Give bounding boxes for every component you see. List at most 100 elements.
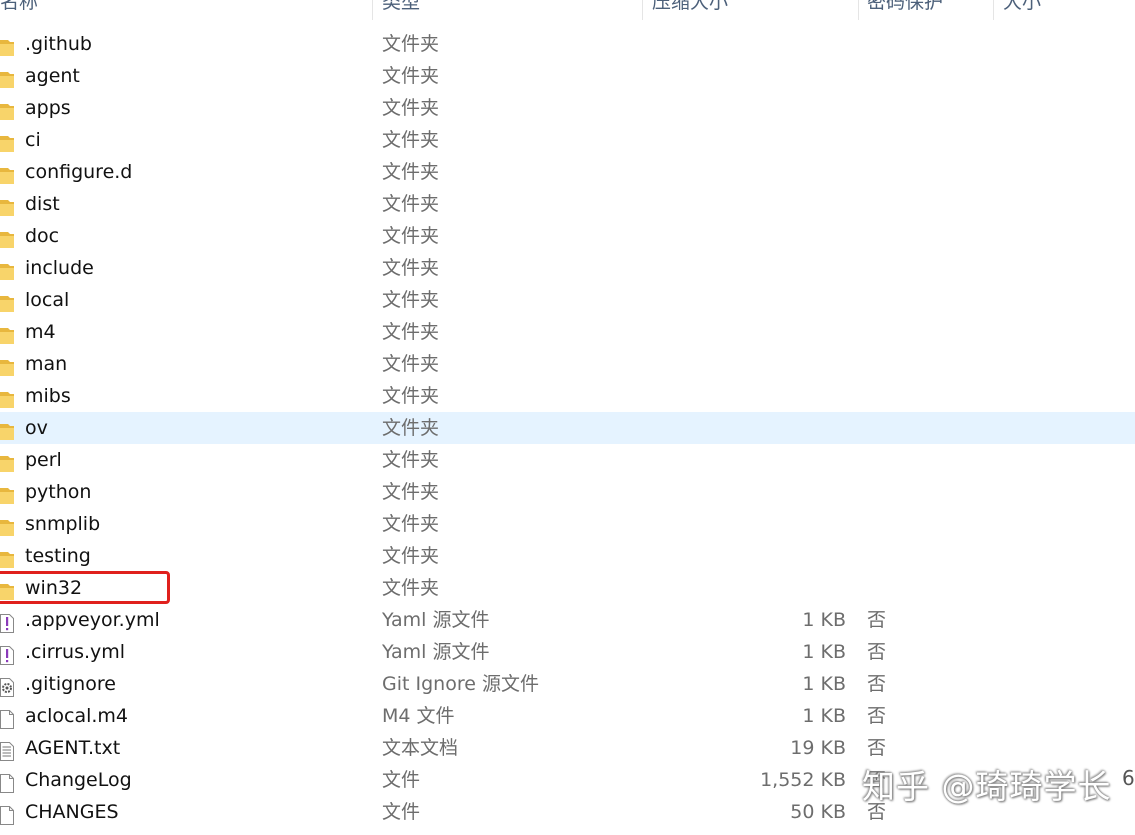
file-size: 1 KB xyxy=(802,609,846,631)
file-type: Yaml 源文件 xyxy=(382,609,490,631)
file-type: 文件 xyxy=(382,801,421,823)
file-name: testing xyxy=(25,545,91,567)
file-row[interactable]: ci 文件夹 xyxy=(0,124,1135,156)
file-row[interactable]: win32 文件夹 xyxy=(0,572,1135,604)
folder-icon xyxy=(0,99,14,120)
folder-icon xyxy=(0,419,14,440)
file-row[interactable]: testing 文件夹 xyxy=(0,540,1135,572)
folder-icon xyxy=(0,259,14,280)
file-row[interactable]: man 文件夹 xyxy=(0,348,1135,380)
file-row[interactable]: .github 文件夹 xyxy=(0,28,1135,60)
folder-icon xyxy=(0,291,14,312)
file-row[interactable]: agent 文件夹 xyxy=(0,60,1135,92)
folder-icon xyxy=(0,547,14,568)
file-name: dist xyxy=(25,193,60,215)
column-password-header[interactable]: 密码保护 xyxy=(867,0,977,17)
file-type: 文件夹 xyxy=(382,417,440,439)
folder-icon xyxy=(0,67,14,88)
file-type: 文件夹 xyxy=(382,449,440,471)
file-type: 文件夹 xyxy=(382,289,440,311)
file-row[interactable]: .appveyor.yml Yaml 源文件 1 KB 否 xyxy=(0,604,1135,636)
folder-icon xyxy=(0,515,14,536)
file-type: 文件夹 xyxy=(382,321,440,343)
file-type: 文件 xyxy=(382,769,421,791)
column-divider[interactable] xyxy=(993,0,994,20)
file-name: .github xyxy=(25,33,92,55)
file-row[interactable]: local 文件夹 xyxy=(0,284,1135,316)
blank-file-icon xyxy=(0,803,14,825)
file-name: include xyxy=(25,257,94,279)
file-type: 文件夹 xyxy=(382,385,440,407)
column-compressed-size-header[interactable]: 压缩大小 xyxy=(652,0,752,17)
file-row[interactable]: python 文件夹 xyxy=(0,476,1135,508)
file-password-protected: 否 xyxy=(867,673,887,695)
file-row[interactable]: include 文件夹 xyxy=(0,252,1135,284)
blank-file-icon xyxy=(0,707,14,729)
column-divider[interactable] xyxy=(642,0,643,20)
file-name: ci xyxy=(25,129,41,151)
file-name: aclocal.m4 xyxy=(25,705,128,727)
file-name: mibs xyxy=(25,385,71,407)
column-size-header[interactable]: 大小 xyxy=(1003,0,1063,17)
file-type: Git Ignore 源文件 xyxy=(382,673,539,695)
file-row[interactable]: .gitignore Git Ignore 源文件 1 KB 否 xyxy=(0,668,1135,700)
file-name: CHANGES xyxy=(25,801,119,823)
folder-icon xyxy=(0,355,14,376)
file-row[interactable]: .cirrus.yml Yaml 源文件 1 KB 否 xyxy=(0,636,1135,668)
column-divider[interactable] xyxy=(372,0,373,20)
file-name: .appveyor.yml xyxy=(25,609,160,631)
file-type: M4 文件 xyxy=(382,705,455,727)
column-type-header[interactable]: 类型 xyxy=(382,0,482,17)
file-row[interactable]: mibs 文件夹 xyxy=(0,380,1135,412)
file-type: 文件夹 xyxy=(382,161,440,183)
file-name: .gitignore xyxy=(25,673,116,695)
file-row[interactable]: configure.d 文件夹 xyxy=(0,156,1135,188)
file-size: 1,552 KB xyxy=(760,769,846,791)
file-name: doc xyxy=(25,225,60,247)
truncated-value: 6, xyxy=(1122,766,1135,790)
file-type: 文件夹 xyxy=(382,225,440,247)
file-row[interactable]: dist 文件夹 xyxy=(0,188,1135,220)
file-type: 文件夹 xyxy=(382,481,440,503)
file-name: python xyxy=(25,481,92,503)
file-size: 1 KB xyxy=(802,673,846,695)
file-type: 文件夹 xyxy=(382,353,440,375)
file-row[interactable]: ov 文件夹 xyxy=(0,412,1135,444)
folder-icon xyxy=(0,131,14,152)
file-name: AGENT.txt xyxy=(25,737,121,759)
folder-icon xyxy=(0,163,14,184)
file-type: Yaml 源文件 xyxy=(382,641,490,663)
file-size: 1 KB xyxy=(802,705,846,727)
folder-icon xyxy=(0,195,14,216)
column-name-header[interactable]: 名称 xyxy=(0,0,60,17)
file-row[interactable]: m4 文件夹 xyxy=(0,316,1135,348)
file-size: 50 KB xyxy=(790,801,846,823)
column-divider[interactable] xyxy=(858,0,859,20)
file-type: 文件夹 xyxy=(382,129,440,151)
file-type: 文件夹 xyxy=(382,257,440,279)
blank-file-icon xyxy=(0,771,14,793)
file-name: ChangeLog xyxy=(25,769,132,791)
folder-icon xyxy=(0,387,14,408)
file-row[interactable]: perl 文件夹 xyxy=(0,444,1135,476)
file-type: 文件夹 xyxy=(382,577,440,599)
file-password-protected: 否 xyxy=(867,609,887,631)
text-file-icon xyxy=(0,739,14,761)
file-size: 19 KB xyxy=(790,737,846,759)
file-password-protected: 否 xyxy=(867,641,887,663)
folder-icon xyxy=(0,483,14,504)
file-password-protected: 否 xyxy=(867,705,887,727)
file-name: configure.d xyxy=(25,161,133,183)
file-row[interactable]: doc 文件夹 xyxy=(0,220,1135,252)
file-name: m4 xyxy=(25,321,56,343)
column-header: 名称 类型 压缩大小 密码保护 大小 xyxy=(0,0,1135,24)
file-type: 文件夹 xyxy=(382,33,440,55)
folder-icon xyxy=(0,35,14,56)
folder-icon xyxy=(0,451,14,472)
file-row[interactable]: snmplib 文件夹 xyxy=(0,508,1135,540)
file-type: 文件夹 xyxy=(382,65,440,87)
file-row[interactable]: apps 文件夹 xyxy=(0,92,1135,124)
file-name: perl xyxy=(25,449,62,471)
file-row[interactable]: aclocal.m4 M4 文件 1 KB 否 xyxy=(0,700,1135,732)
file-size: 1 KB xyxy=(802,641,846,663)
